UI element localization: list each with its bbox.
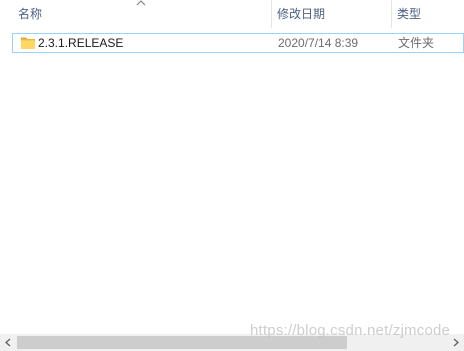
column-header-date-label: 修改日期 — [277, 7, 326, 21]
column-header-type[interactable]: 类型 — [391, 0, 464, 28]
column-header-name-label: 名称 — [18, 7, 43, 21]
column-header-type-label: 类型 — [397, 7, 422, 21]
item-date-modified: 2020/7/14 8:39 — [278, 36, 359, 50]
scroll-left-icon[interactable] — [0, 334, 17, 351]
file-list-view[interactable]: 名称 修改日期 类型 2.3.1.RELEASE 2020/7/14 8:39 … — [0, 0, 464, 351]
item-type: 文件夹 — [398, 36, 435, 50]
list-item[interactable]: 2.3.1.RELEASE 2020/7/14 8:39 文件夹 — [12, 33, 464, 53]
column-header-date-modified[interactable]: 修改日期 — [271, 0, 391, 28]
item-name: 2.3.1.RELEASE — [38, 36, 124, 50]
folder-icon — [21, 37, 35, 49]
column-header-row: 名称 修改日期 类型 — [0, 0, 464, 28]
watermark: https://blog.csdn.net/zjmcode — [250, 322, 451, 339]
sort-up-icon — [136, 0, 146, 6]
